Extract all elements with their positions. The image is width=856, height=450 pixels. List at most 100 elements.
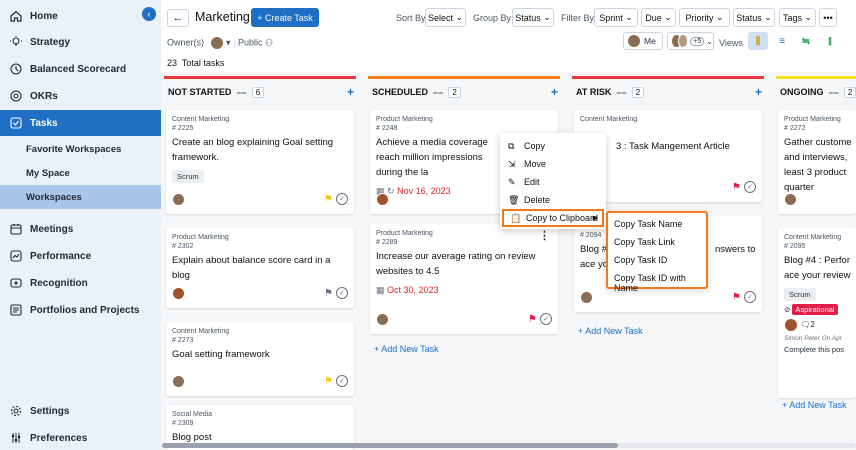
complete-check-icon[interactable]: ✓	[540, 313, 552, 325]
task-footer	[784, 193, 850, 207]
chart-view-button[interactable]: ⫾	[820, 32, 840, 50]
task-category: Content Marketing	[580, 116, 638, 123]
sidebar-item-balanced-scorecard[interactable]: Balanced Scorecard	[0, 56, 161, 82]
team-filter-chip[interactable]: +5 ⌄	[667, 32, 714, 50]
task-card[interactable]: Content Marketing # 2225 Create an blog …	[166, 110, 354, 214]
kanban-view-button[interactable]: ⫼	[748, 32, 768, 50]
filter-due[interactable]: Due ⌄	[641, 8, 676, 27]
filter-lines-icon[interactable]: ⩵	[433, 87, 443, 98]
me-label: Me	[644, 36, 656, 46]
portfolio-icon	[9, 303, 23, 317]
task-tag: Scrum	[172, 170, 204, 183]
complete-check-icon[interactable]: ✓	[336, 193, 348, 205]
sidebar: ‹ Home Strategy Balanced Scorecard OKRs …	[0, 0, 161, 450]
total-tasks: 23 Total tasks	[161, 58, 856, 72]
sort-by-select[interactable]: Select ⌄	[425, 8, 466, 27]
bar-chart-icon: ⫾	[828, 35, 832, 47]
task-id: # 2302	[172, 243, 194, 250]
add-new-task-link[interactable]: + Add New Task	[578, 326, 643, 336]
flag-icon[interactable]: ⚑	[324, 376, 333, 387]
create-task-button[interactable]: + Create Task	[251, 8, 319, 27]
flag-icon[interactable]: ⚑	[324, 288, 333, 299]
more-options-button[interactable]: •••	[819, 8, 837, 27]
task-card[interactable]: Product Marketing ⋮ # 2289 Increase our …	[370, 224, 558, 334]
sidebar-item-label: Tasks	[30, 117, 58, 129]
submenu-copy-task-link[interactable]: Copy Task Link	[614, 237, 675, 247]
filter-status[interactable]: Status ⌄	[733, 8, 775, 27]
workspace-selector[interactable]: Marketing ▾	[195, 10, 257, 24]
sidebar-subitem-workspaces[interactable]: Workspaces	[0, 185, 161, 209]
sidebar-item-tasks[interactable]: Tasks	[0, 110, 161, 136]
chevron-down-icon: ⌄	[706, 36, 713, 46]
sidebar-item-label: Performance	[30, 250, 92, 262]
sliders-icon	[9, 431, 23, 445]
menu-item-copy[interactable]: ⧉ Copy	[500, 137, 606, 155]
flag-icon[interactable]: ⚑	[324, 194, 333, 205]
sidebar-item-recognition[interactable]: Recognition	[0, 270, 161, 296]
sidebar-item-okrs[interactable]: OKRs	[0, 83, 161, 109]
flag-icon[interactable]: ⚑	[732, 182, 741, 193]
copy-icon: ⧉	[508, 140, 515, 151]
task-card[interactable]: Product Marketing # 2272 Gather custome …	[778, 110, 856, 214]
comment-icon[interactable]: 🗨	[800, 320, 810, 329]
back-button[interactable]: ←	[167, 9, 189, 27]
filter-tags[interactable]: Tags ⌄	[779, 8, 816, 27]
submenu-copy-task-id-with-name[interactable]: Copy Task ID with Name	[614, 273, 706, 293]
sidebar-subitem-my-space[interactable]: My Space	[0, 161, 161, 185]
filter-sprint[interactable]: Sprint ⌄	[594, 8, 638, 27]
submenu-copy-task-id[interactable]: Copy Task ID	[614, 255, 667, 265]
owners-filter[interactable]: Owner(s) ▾ | Public ⚇	[167, 36, 273, 50]
avatar	[172, 375, 185, 388]
sidebar-item-home[interactable]: Home	[0, 3, 161, 29]
complete-check-icon[interactable]: ✓	[744, 181, 756, 193]
filter-lines-icon[interactable]: ⩵	[236, 87, 246, 98]
add-new-task-link[interactable]: + Add New Task	[374, 344, 439, 354]
avatar	[784, 193, 797, 206]
task-title: Explain about balance score card in a bl…	[172, 255, 331, 281]
sidebar-item-strategy[interactable]: Strategy	[0, 29, 161, 55]
group-by-select[interactable]: Status ⌄	[512, 8, 554, 27]
bulb-icon	[9, 35, 23, 49]
complete-check-icon[interactable]: ✓	[744, 291, 756, 303]
horizontal-scrollbar[interactable]	[162, 443, 618, 448]
filter-priority[interactable]: Priority ⌄	[679, 8, 730, 27]
task-card[interactable]: Content Marketing # 2273 Goal setting fr…	[166, 322, 354, 396]
menu-item-edit[interactable]: ✎ Edit	[500, 173, 606, 191]
task-card[interactable]: Product Marketing # 2302 Explain about b…	[166, 228, 354, 308]
menu-item-delete[interactable]: 🗑 Delete	[500, 191, 606, 209]
sidebar-item-preferences[interactable]: Preferences	[0, 425, 161, 450]
task-id: # 2309	[172, 420, 194, 427]
visibility-label: Public	[237, 37, 263, 48]
kebab-menu-icon[interactable]: ⋮	[539, 229, 550, 242]
arrow-left-icon: ←	[172, 12, 184, 24]
total-label: Total tasks	[181, 58, 225, 68]
add-new-task-link[interactable]: + Add New Task	[782, 400, 847, 410]
menu-item-copy-to-clipboard[interactable]: 📋 Copy to Clipboard ▶	[502, 209, 604, 227]
task-id: # 2272	[784, 125, 806, 132]
avatar	[172, 193, 185, 206]
me-filter-chip[interactable]: Me	[623, 32, 663, 50]
add-task-icon[interactable]: +	[551, 85, 558, 99]
chevron-down-icon: ⌄	[455, 12, 464, 22]
flag-icon[interactable]: ⚑	[732, 292, 741, 303]
complete-check-icon[interactable]: ✓	[336, 287, 348, 299]
add-task-icon[interactable]: +	[755, 85, 762, 99]
sidebar-item-portfolios-and-projects[interactable]: Portfolios and Projects	[0, 297, 161, 323]
sidebar-subitem-favorite-workspaces[interactable]: Favorite Workspaces	[0, 137, 161, 161]
flag-icon[interactable]: ⚑	[528, 314, 537, 325]
submenu-copy-task-name[interactable]: Copy Task Name	[614, 219, 682, 229]
menu-item-move[interactable]: ⇲ Move	[500, 155, 606, 173]
sidebar-item-settings[interactable]: Settings	[0, 398, 161, 424]
task-card[interactable]: Content Marketing # 2095 Blog #4 : Perfo…	[778, 228, 856, 398]
sidebar-item-meetings[interactable]: Meetings	[0, 216, 161, 242]
sort-by-value: Select	[427, 12, 453, 23]
sidebar-item-performance[interactable]: Performance	[0, 243, 161, 269]
list-view-button[interactable]: ≡	[772, 32, 792, 50]
add-task-icon[interactable]: +	[347, 85, 354, 99]
filter-lines-icon[interactable]: ⩵	[829, 87, 839, 98]
filter-lines-icon[interactable]: ⩵	[616, 87, 626, 98]
gantt-view-button[interactable]: ≒	[796, 32, 816, 50]
due-date: ▦ Oct 30, 2023	[376, 285, 552, 296]
chevron-down-icon: ⌄	[543, 12, 551, 22]
complete-check-icon[interactable]: ✓	[336, 375, 348, 387]
